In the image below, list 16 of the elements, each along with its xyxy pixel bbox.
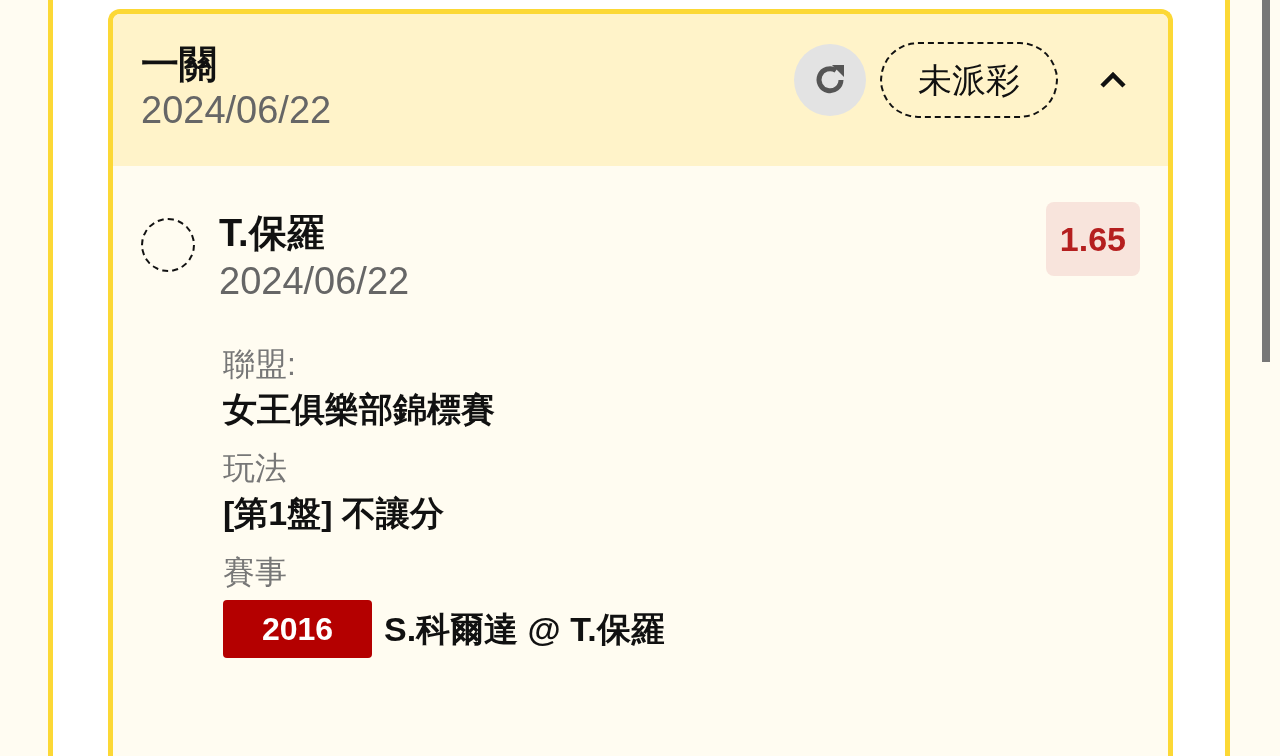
selection-radio[interactable] <box>141 218 195 272</box>
card-date: 2024/06/22 <box>141 88 333 132</box>
scrollbar[interactable] <box>1262 0 1270 362</box>
event-code: 2016 <box>223 600 372 658</box>
status-badge: 未派彩 <box>880 42 1058 118</box>
detail-label: 聯盟: <box>223 345 297 384</box>
detail-value: S.科爾達 @ T.保羅 <box>384 609 665 650</box>
detail-value: 女王俱樂部錦標賽 <box>223 389 496 430</box>
detail-value: [第1盤] 不讓分 <box>223 493 445 534</box>
odds-badge: 1.65 <box>1045 202 1140 276</box>
detail-label: 賽事 <box>223 553 288 592</box>
detail-label: 玩法 <box>223 449 288 488</box>
selection-date: 2024/06/22 <box>219 259 411 304</box>
team-name: T.保羅 <box>219 211 326 256</box>
caret-icon <box>1098 70 1128 90</box>
card-title: 一關 <box>141 42 218 87</box>
